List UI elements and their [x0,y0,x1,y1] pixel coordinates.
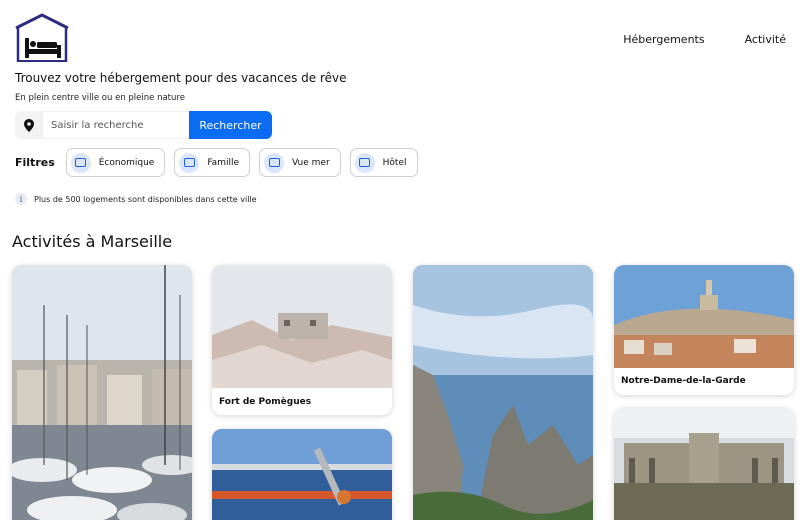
search-button[interactable]: Rechercher [189,111,272,139]
nav-hebergements[interactable]: Hébergements [623,33,704,46]
logo-bed-icon[interactable] [14,12,70,64]
palais-photo [614,408,794,520]
activity-card-fort-pomegues[interactable]: Fort de Pomègues [212,265,392,415]
activity-card-palais[interactable] [614,408,794,520]
family-house-icon [179,152,200,173]
hero-title: Trouvez votre hébergement pour des vacan… [15,71,347,85]
filter-chip-vue-mer[interactable]: Vue mer [259,148,341,177]
filter-chip-economique[interactable]: Économique [65,148,166,177]
chip-label: Famille [207,157,239,168]
search-bar: Rechercher [15,111,272,139]
hero-subtitle: En plein centre ville ou en pleine natur… [15,93,185,103]
chip-label: Économique [98,157,155,168]
card-caption: Notre-Dame-de-la-Garde [621,376,746,386]
top-nav: Hébergements Activité [623,33,786,46]
availability-info: i Plus de 500 logements sont disponibles… [15,193,257,205]
port-photo [12,265,192,520]
filters-label: Filtres [15,156,55,169]
waves-icon [264,152,284,173]
location-pin-icon [15,111,42,139]
search-input[interactable] [42,111,189,139]
activity-card-notre-dame[interactable]: Notre-Dame-de-la-Garde [614,265,794,395]
hotel-building-icon [354,152,375,173]
card-caption: Fort de Pomègues [219,397,312,407]
activity-card-calanques[interactable] [413,265,593,520]
harbor-photo [212,429,392,520]
chip-label: Hôtel [382,157,407,168]
filter-chip-hotel[interactable]: Hôtel [349,148,418,177]
fort-pomegues-photo [212,265,392,388]
activities-title: Activités à Marseille [12,232,173,251]
activity-card-harbor[interactable] [212,429,392,520]
info-icon: i [15,193,27,205]
notre-dame-photo [614,265,794,368]
calanques-photo [413,265,593,520]
chip-label: Vue mer [292,157,330,168]
filters-row: Filtres Économique Famille Vue mer Hôtel [15,148,427,177]
nav-activite[interactable]: Activité [745,33,786,46]
filter-chip-famille[interactable]: Famille [174,148,250,177]
activity-card-port[interactable] [12,265,192,520]
availability-text: Plus de 500 logements sont disponibles d… [34,194,257,204]
money-icon [70,152,91,173]
